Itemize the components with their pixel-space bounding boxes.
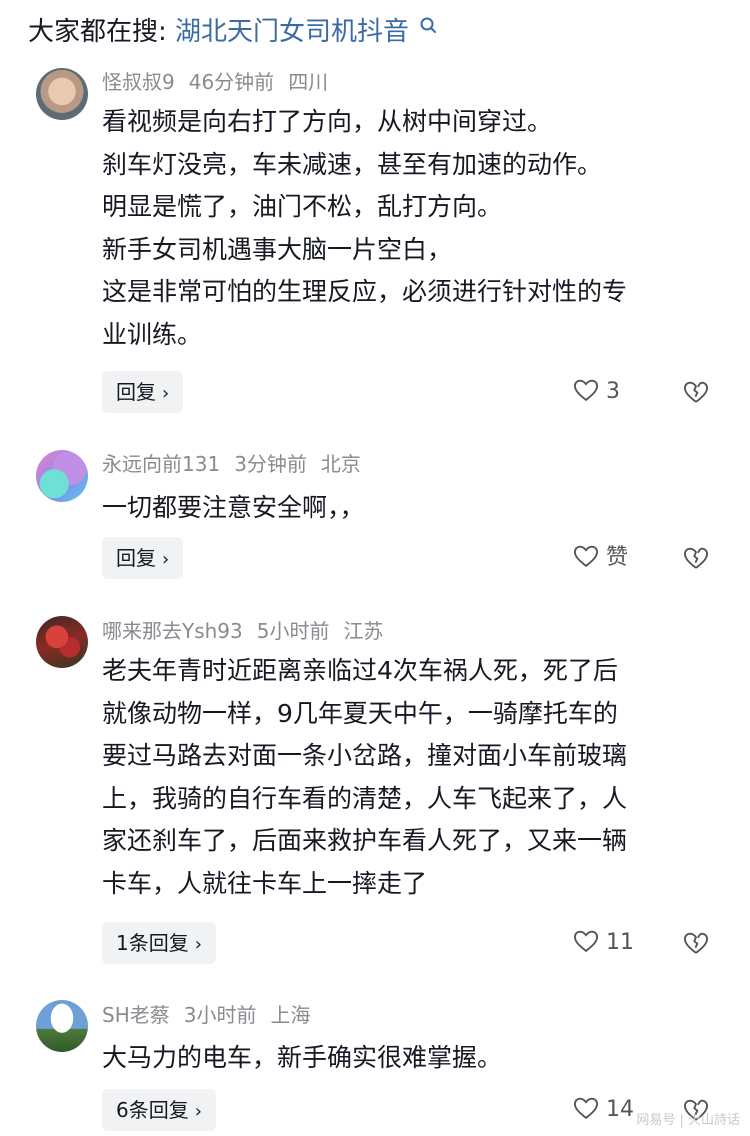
comment-username[interactable]: 怪叔叔9 [102, 70, 175, 94]
avatar[interactable] [36, 1000, 88, 1052]
comment-line: 就像动物一样，9几年夏天中午，一骑摩托车的 [102, 698, 618, 728]
comment-text: 一切都要注意安全啊，， [102, 487, 722, 530]
reply-button[interactable]: 回复 › [102, 537, 184, 579]
like-button[interactable]: 11 [572, 922, 634, 964]
comment-line: 新手女司机遇事大脑一片空白， [102, 234, 453, 264]
heart-icon [573, 930, 599, 953]
comment-username[interactable]: 哪来那去Ysh93 [102, 619, 243, 643]
chevron-right-icon: › [194, 934, 202, 955]
comment-line: 卡车，人就往卡车上一摔走了 [102, 868, 428, 898]
comment-text: 看视频是向右打了方向，从树中间穿过。 刹车灯没亮，车未减速，甚至有加速的动作。 … [102, 101, 722, 356]
comment-line: 一切都要注意安全啊，， [102, 493, 365, 522]
comment-line: 明显是慌了，油门不松，乱打方向。 [102, 192, 503, 221]
comment-time: 3小时前 [183, 1003, 257, 1027]
comment-line: 老夫年青时近距离亲临过4次车祸人死，死了后 [102, 656, 618, 685]
chevron-right-icon: › [162, 549, 170, 570]
comment-meta: SH老蔡 3小时前 上海 [102, 1001, 324, 1029]
reply-button[interactable]: 回复 › [102, 371, 184, 413]
chevron-right-icon: › [194, 1101, 202, 1122]
reply-label: 6条回复 [116, 1098, 189, 1122]
comment-time: 46分钟前 [188, 70, 275, 94]
comment-line: 要过马路去对面一条小岔路，撞对面小车前玻璃 [102, 741, 628, 770]
comment-username[interactable]: 永远向前131 [102, 452, 220, 476]
broken-heart-icon[interactable] [682, 378, 710, 406]
search-suggestion-query[interactable]: 湖北天门女司机抖音 [175, 17, 409, 47]
comment-location: 四川 [288, 70, 329, 94]
like-button[interactable]: 3 [572, 371, 620, 413]
reply-label: 1条回复 [116, 931, 189, 955]
comment-meta: 永远向前131 3分钟前 北京 [102, 450, 375, 478]
comment-meta: 哪来那去Ysh93 5小时前 江苏 [102, 617, 398, 645]
like-button[interactable]: 14 [572, 1089, 634, 1131]
search-suggestion-prefix: 大家都在搜: [28, 17, 167, 47]
avatar[interactable] [36, 68, 88, 120]
comment-location: 江苏 [343, 619, 384, 643]
comment-line: 大马力的电车，新手确实很难掌握。 [102, 1043, 503, 1072]
heart-icon [573, 1097, 599, 1120]
heart-icon [573, 379, 599, 402]
comment-line: 刹车灯没亮，车未减速，甚至有加速的动作。 [102, 149, 603, 179]
reply-label: 回复 [116, 380, 156, 404]
watermark: 网易号 | 火山詩话 [636, 1113, 740, 1128]
reply-label: 回复 [116, 546, 156, 570]
comment-location: 上海 [270, 1003, 311, 1027]
comment-time: 3分钟前 [234, 452, 307, 476]
broken-heart-icon[interactable] [682, 929, 710, 957]
broken-heart-icon[interactable] [682, 544, 710, 572]
like-count: 11 [606, 930, 634, 955]
reply-button[interactable]: 1条回复 › [102, 922, 216, 964]
comment-line: 业训练。 [102, 319, 203, 349]
comment-username[interactable]: SH老蔡 [102, 1003, 170, 1027]
like-button[interactable]: 赞 [572, 537, 628, 579]
avatar[interactable] [36, 616, 88, 668]
comment-time: 5小时前 [256, 619, 330, 643]
comment-line: 家还刹车了，后面来救护车看人死了，又来一辆 [102, 826, 628, 855]
like-count: 赞 [606, 545, 629, 570]
comment-line: 这是非常可怕的生理反应，必须进行针对性的专 [102, 277, 628, 306]
comment-text: 老夫年青时近距离亲临过4次车祸人死，死了后 就像动物一样，9几年夏天中午，一骑摩… [102, 650, 722, 905]
search-suggestion-bar[interactable]: 大家都在搜: 湖北天门女司机抖音 [28, 12, 439, 52]
comment-line: 上，我骑的自行车看的清楚，人车飞起来了，人 [102, 783, 628, 813]
comment-text: 大马力的电车，新手确实很难掌握。 [102, 1037, 722, 1080]
like-count: 3 [606, 379, 620, 404]
search-icon[interactable] [419, 16, 439, 36]
comment-line: 看视频是向右打了方向，从树中间穿过。 [102, 107, 553, 136]
comment-meta: 怪叔叔9 46分钟前 四川 [102, 68, 342, 96]
heart-icon [573, 545, 599, 568]
avatar[interactable] [36, 450, 88, 502]
chevron-right-icon: › [162, 383, 170, 404]
reply-button[interactable]: 6条回复 › [102, 1089, 216, 1131]
comment-location: 北京 [320, 452, 361, 476]
like-count: 14 [606, 1097, 634, 1122]
